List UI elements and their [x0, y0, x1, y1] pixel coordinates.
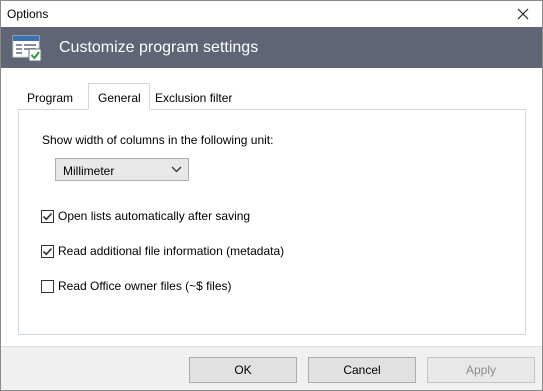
unit-select-value: Millimeter	[63, 164, 115, 178]
office-owner-files-label: Read Office owner files (~$ files)	[58, 279, 232, 293]
tab-label: General	[98, 91, 141, 105]
close-button[interactable]	[508, 2, 538, 26]
dialog-body: Program General Exclusion filter Show wi…	[1, 68, 542, 346]
open-lists-label: Open lists automatically after saving	[58, 209, 251, 223]
unit-label: Show width of columns in the following u…	[42, 133, 274, 147]
tab-label: Program	[27, 91, 74, 105]
settings-header: Customize program settings	[1, 27, 542, 68]
checkmark-icon	[42, 212, 53, 220]
office-owner-files-checkbox[interactable]	[41, 279, 54, 293]
options-dialog: Options Customize program settings Progr…	[0, 0, 543, 391]
chevron-down-icon	[171, 166, 182, 173]
office-owner-files-option[interactable]: Read Office owner files (~$ files)	[41, 278, 232, 294]
unit-select[interactable]: Millimeter	[55, 158, 189, 181]
read-metadata-checkbox[interactable]	[41, 244, 54, 258]
general-tab-panel: Show width of columns in the following u…	[18, 109, 526, 335]
ok-button[interactable]: OK	[189, 357, 297, 383]
header-title: Customize program settings	[59, 39, 259, 56]
open-lists-checkbox[interactable]	[41, 209, 54, 223]
settings-window-icon	[12, 35, 42, 62]
read-metadata-option[interactable]: Read additional file information (metada…	[41, 243, 284, 259]
cancel-button[interactable]: Cancel	[308, 357, 416, 383]
apply-button[interactable]: Apply	[427, 357, 535, 383]
tab-general[interactable]: General	[88, 83, 150, 110]
tab-label: Exclusion filter	[155, 91, 233, 105]
button-bar: OK Cancel Apply	[1, 346, 542, 390]
checkmark-icon	[42, 247, 53, 255]
tab-exclusion-filter[interactable]: Exclusion filter	[146, 84, 240, 110]
open-lists-option[interactable]: Open lists automatically after saving	[41, 208, 250, 224]
tab-program[interactable]: Program	[18, 84, 81, 110]
title-bar: Options	[1, 1, 542, 27]
close-icon	[517, 8, 529, 20]
read-metadata-label: Read additional file information (metada…	[58, 244, 285, 258]
window-title: Options	[7, 7, 49, 21]
